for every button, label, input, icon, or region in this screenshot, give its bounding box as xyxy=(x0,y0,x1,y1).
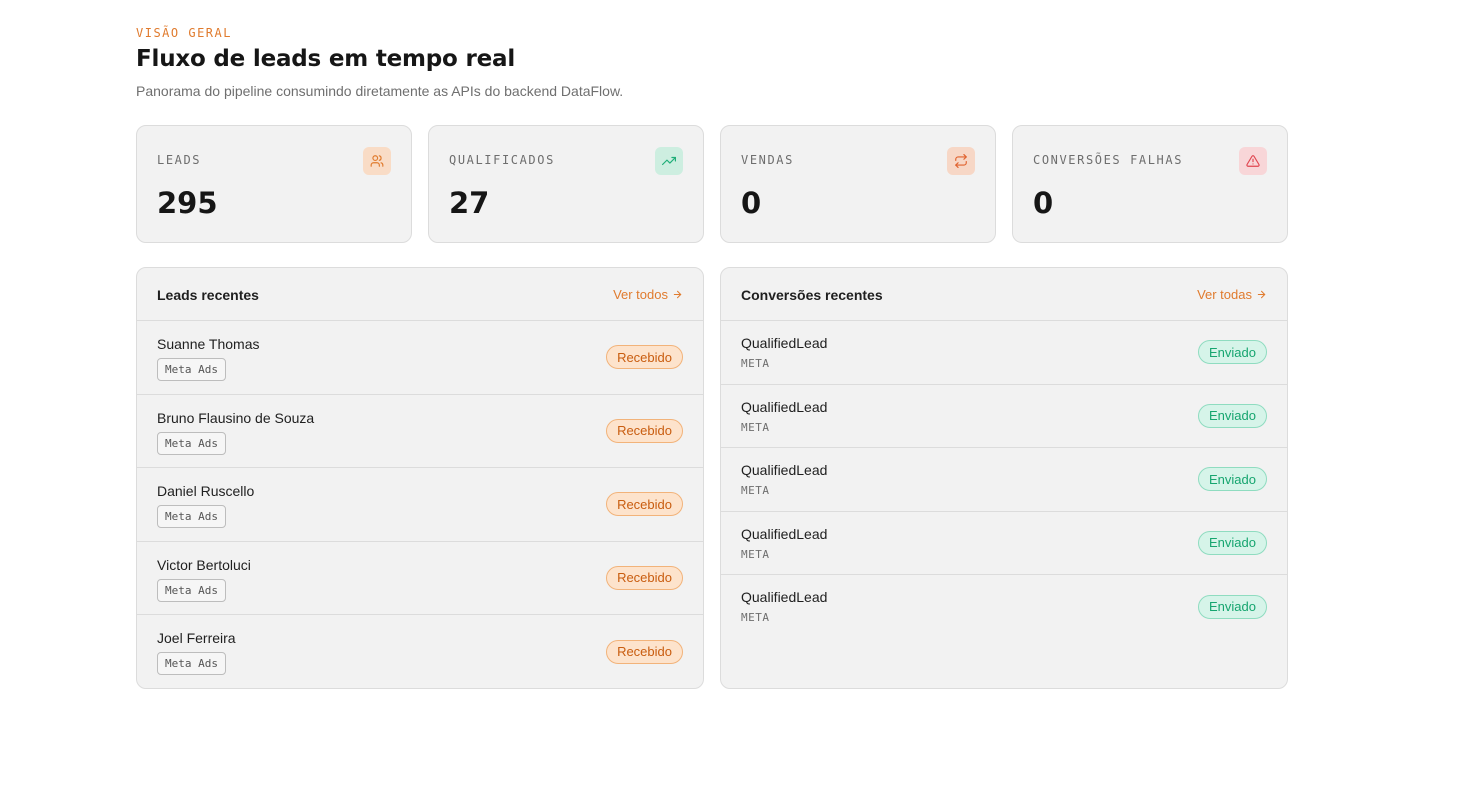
status-badge: Enviado xyxy=(1198,340,1267,365)
conversion-row[interactable]: QualifiedLead META Enviado xyxy=(721,575,1287,639)
stat-label: VENDAS xyxy=(741,153,794,167)
page-subtitle: Panorama do pipeline consumindo diretame… xyxy=(136,83,624,99)
repeat-icon xyxy=(947,147,975,175)
conversion-platform: META xyxy=(741,611,770,624)
conversion-platform: META xyxy=(741,484,770,497)
conversion-row[interactable]: QualifiedLead META Enviado xyxy=(721,512,1287,575)
link-label: Ver todos xyxy=(613,287,668,302)
status-badge: Enviado xyxy=(1198,594,1267,619)
stat-value: 295 xyxy=(157,186,218,220)
lead-name: Victor Bertoluci xyxy=(157,556,251,573)
link-label: Ver todas xyxy=(1197,287,1252,302)
status-badge: Enviado xyxy=(1198,530,1267,555)
panel-title: Conversões recentes xyxy=(741,287,883,303)
stat-label: CONVERSÕES FALHAS xyxy=(1033,153,1184,167)
conversion-row[interactable]: QualifiedLead META Enviado xyxy=(721,321,1287,385)
status-badge: Recebido xyxy=(606,418,683,443)
page-title: Fluxo de leads em tempo real xyxy=(136,46,515,72)
stat-label: LEADS xyxy=(157,153,202,167)
panel-header: Conversões recentes Ver todas xyxy=(721,268,1287,321)
stat-value: 0 xyxy=(1033,186,1054,220)
status-badge: Recebido xyxy=(606,639,683,664)
alert-triangle-icon xyxy=(1239,147,1267,175)
recent-conversions-panel: Conversões recentes Ver todas QualifiedL… xyxy=(720,267,1288,689)
stat-card-failed-conversions: CONVERSÕES FALHAS 0 xyxy=(1012,125,1288,243)
panel-header: Leads recentes Ver todos xyxy=(137,268,703,321)
view-all-conversions-link[interactable]: Ver todas xyxy=(1197,287,1267,302)
status-badge: Recebido xyxy=(606,345,683,370)
users-icon xyxy=(363,147,391,175)
lead-name: Suanne Thomas xyxy=(157,336,260,352)
section-eyebrow: VISÃO GERAL xyxy=(136,26,232,40)
conversion-event: QualifiedLead xyxy=(741,335,828,351)
lead-source-tag: Meta Ads xyxy=(157,358,226,381)
lead-row[interactable]: Joel Ferreira Meta Ads Recebido xyxy=(137,615,703,688)
stat-card-sales: VENDAS 0 xyxy=(720,125,996,243)
stat-card-qualified: QUALIFICADOS 27 xyxy=(428,125,704,243)
lead-row[interactable]: Daniel Ruscello Meta Ads Recebido xyxy=(137,468,703,542)
lead-name: Joel Ferreira xyxy=(157,630,236,646)
status-badge: Enviado xyxy=(1198,467,1267,492)
lead-row[interactable]: Suanne Thomas Meta Ads Recebido xyxy=(137,321,703,395)
status-badge: Recebido xyxy=(606,492,683,517)
conversion-event: QualifiedLead xyxy=(741,589,828,605)
lead-source-tag: Meta Ads xyxy=(157,652,226,675)
conversion-event: QualifiedLead xyxy=(741,462,828,478)
stat-label: QUALIFICADOS xyxy=(449,153,555,167)
conversion-platform: META xyxy=(741,547,770,561)
lead-name: Bruno Flausino de Souza xyxy=(157,409,315,426)
arrow-right-icon xyxy=(1257,290,1266,299)
recent-leads-panel: Leads recentes Ver todos Suanne Thomas M… xyxy=(136,267,704,689)
panel-title: Leads recentes xyxy=(157,287,259,303)
conversion-row[interactable]: QualifiedLead META Enviado xyxy=(721,385,1287,448)
conversion-platform: META xyxy=(741,357,770,370)
lead-row[interactable]: Victor Bertoluci Meta Ads Recebido xyxy=(137,542,703,615)
stat-value: 0 xyxy=(741,186,762,220)
status-badge: Enviado xyxy=(1198,403,1267,428)
conversion-event: QualifiedLead xyxy=(741,525,828,542)
arrow-right-icon xyxy=(673,290,682,299)
lead-source-tag: Meta Ads xyxy=(157,431,226,455)
stat-value: 27 xyxy=(449,186,490,220)
lead-source-tag: Meta Ads xyxy=(157,578,226,602)
trending-up-icon xyxy=(655,147,683,175)
stats-row: LEADS 295 QUALIFICADOS 27 VENDAS 0 CONVE… xyxy=(136,125,1288,243)
stat-card-leads: LEADS 295 xyxy=(136,125,412,243)
conversion-row[interactable]: QualifiedLead META Enviado xyxy=(721,448,1287,512)
status-badge: Recebido xyxy=(606,565,683,590)
lead-row[interactable]: Bruno Flausino de Souza Meta Ads Recebid… xyxy=(137,395,703,468)
conversion-event: QualifiedLead xyxy=(741,398,828,415)
view-all-leads-link[interactable]: Ver todos xyxy=(613,287,683,302)
conversion-platform: META xyxy=(741,420,770,434)
lead-source-tag: Meta Ads xyxy=(157,505,226,528)
lead-name: Daniel Ruscello xyxy=(157,483,255,499)
